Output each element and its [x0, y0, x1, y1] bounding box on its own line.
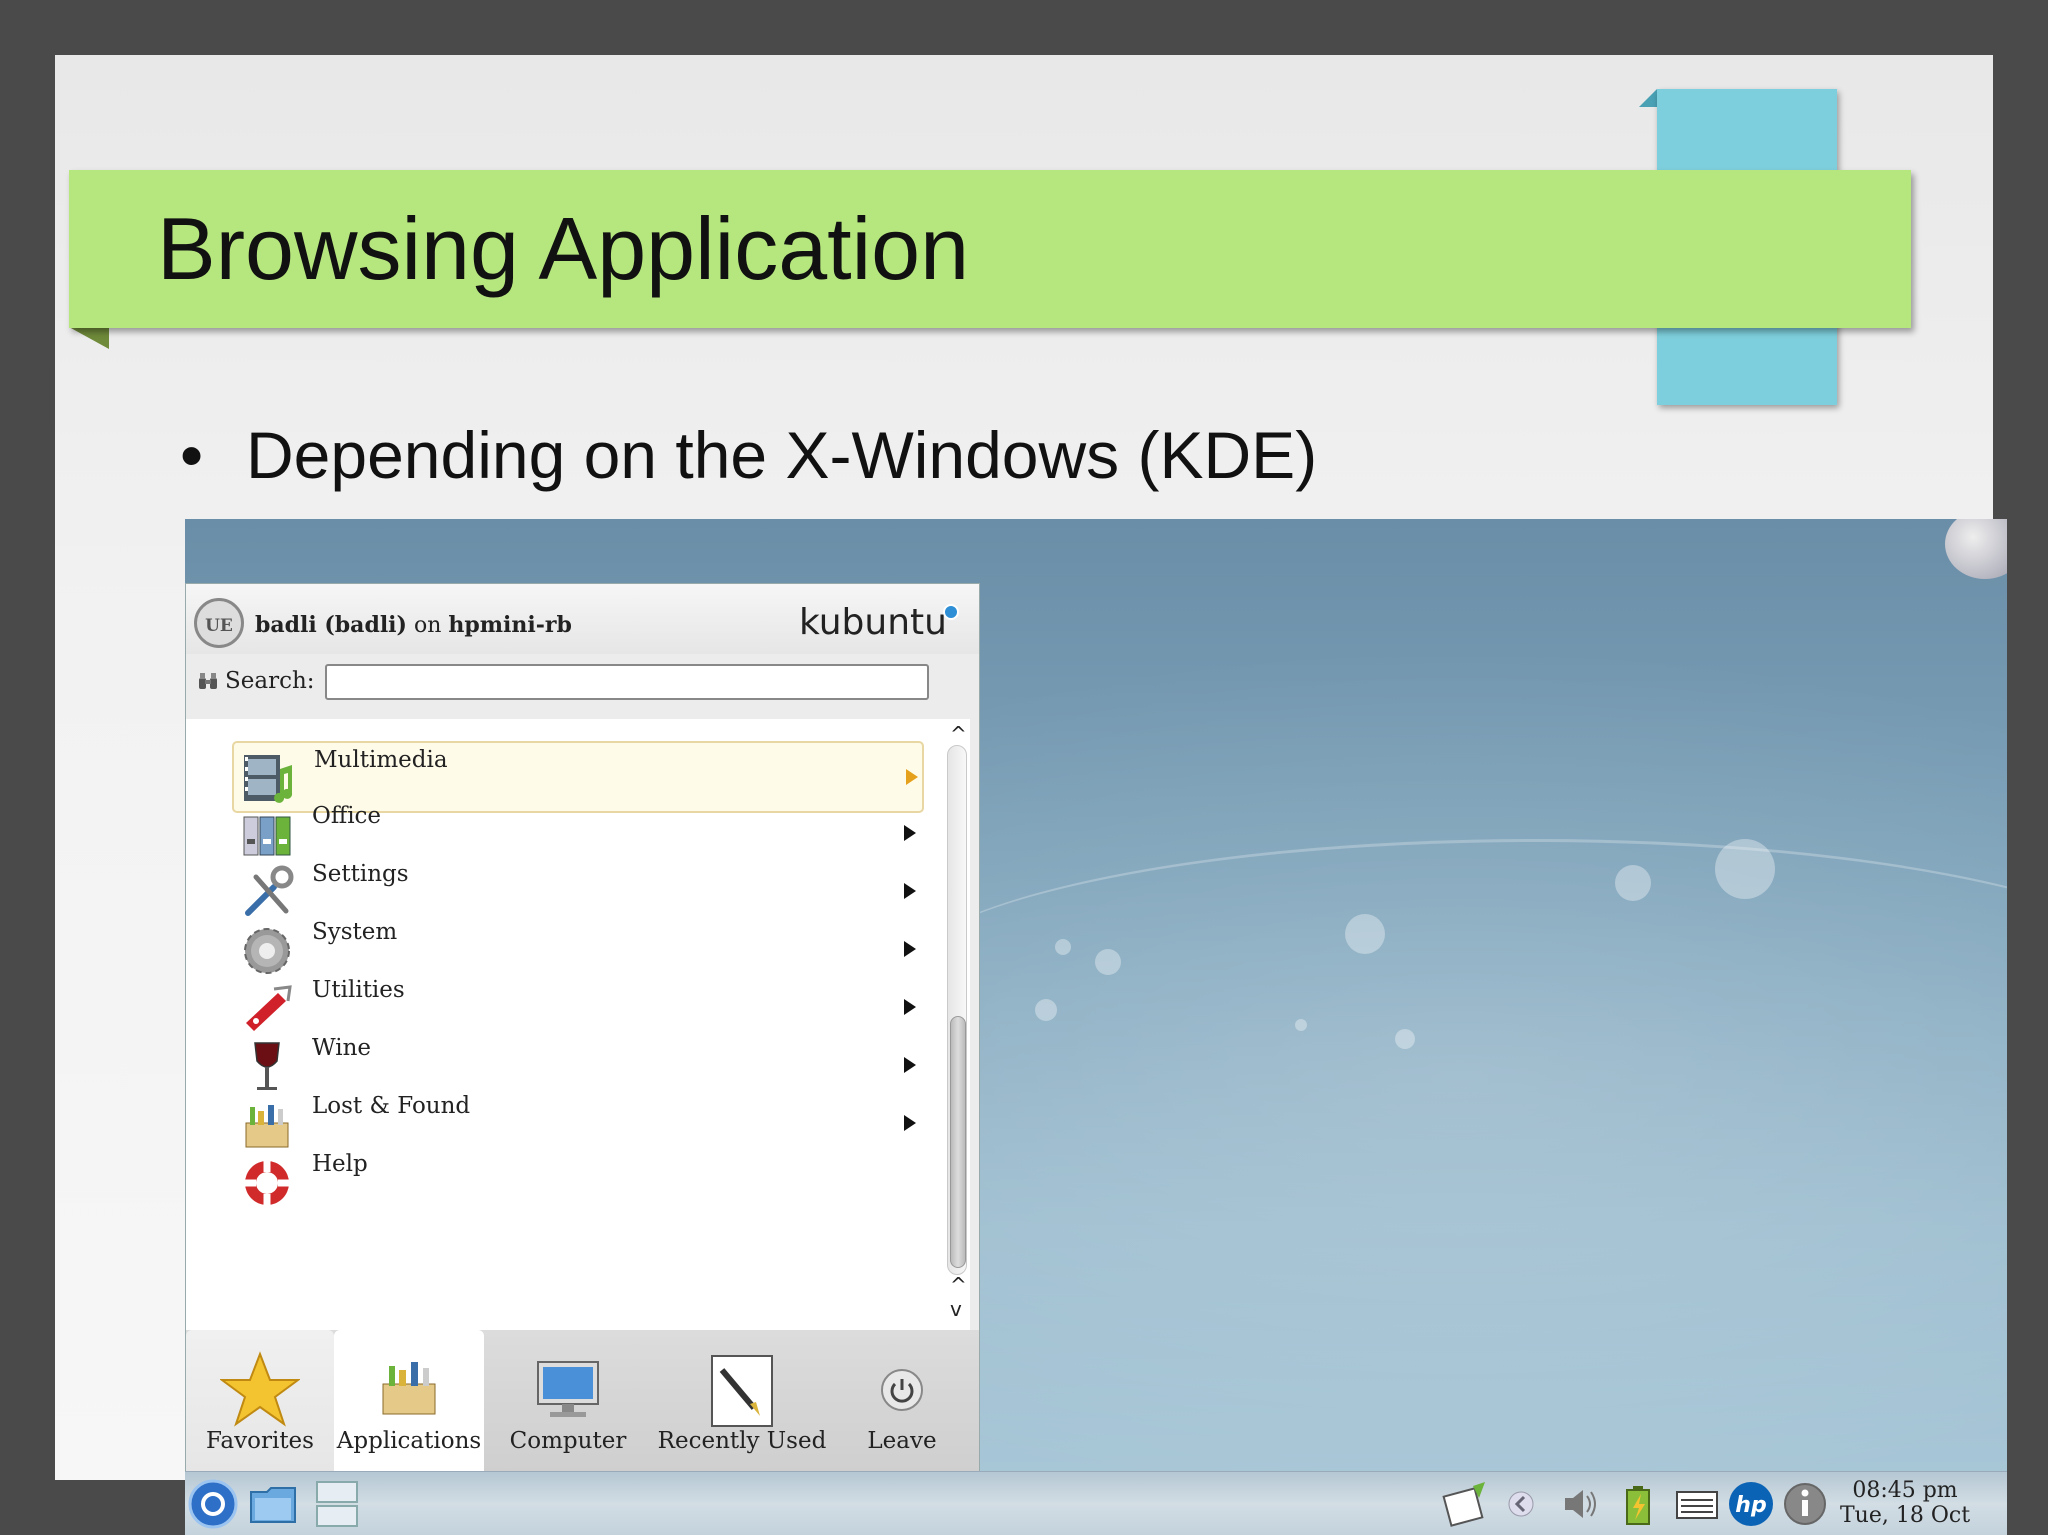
category-label: Settings [312, 861, 409, 887]
kde-panel: hp 08:45 pm Tue, 18 Oct [185, 1471, 2007, 1535]
tab-recently-used[interactable]: Recently Used [652, 1330, 832, 1472]
scroll-down-icon[interactable]: v [950, 1297, 962, 1321]
help-icon [245, 1161, 289, 1205]
category-label: Multimedia [314, 747, 448, 773]
arrow-left-icon[interactable] [1507, 1478, 1559, 1530]
wallpaper-wave [885, 839, 2007, 1142]
submenu-arrow-icon [904, 825, 916, 841]
submenu-arrow-icon [904, 999, 916, 1015]
wallpaper-bubble [1395, 1029, 1415, 1049]
wallpaper-bubble [1095, 949, 1121, 975]
battery-icon[interactable] [1613, 1478, 1665, 1530]
wallpaper-bubble [1715, 839, 1775, 899]
submenu-arrow-icon [904, 1115, 916, 1131]
settings-icon [245, 865, 294, 916]
category-label: Lost & Found [312, 1093, 471, 1119]
search-input[interactable] [325, 664, 929, 700]
wallpaper-bubble [1615, 865, 1651, 901]
kickoff-tab-bar: Favorites Applications Computer Recently… [186, 1330, 979, 1472]
desktop-cashew-icon[interactable] [1945, 519, 2007, 579]
category-label: Office [312, 803, 382, 829]
tab-label: Applications [336, 1428, 482, 1454]
tab-label: Computer [509, 1428, 627, 1454]
wallpaper-bubble [1295, 1019, 1307, 1031]
submenu-arrow-icon [904, 1057, 916, 1073]
bullet-text: Depending on the X-Windows (KDE) [246, 418, 1318, 492]
user-avatar: UE [194, 598, 244, 648]
file-manager-icon[interactable] [247, 1478, 299, 1530]
tab-leave[interactable]: Leave [832, 1330, 972, 1472]
category-label: Wine [312, 1035, 372, 1061]
wallpaper-bubble [1035, 999, 1057, 1021]
bullet-item: • Depending on the X-Windows (KDE) [180, 417, 1317, 493]
scroll-up-small-icon[interactable]: ^ [950, 1273, 967, 1297]
scroll-up-icon[interactable]: ^ [950, 722, 967, 746]
wallpaper-bubble [1055, 939, 1071, 955]
slide: Browsing Application • Depending on the X… [55, 55, 2007, 1535]
tab-computer[interactable]: Computer [484, 1330, 652, 1472]
category-label: Help [312, 1151, 368, 1177]
submenu-arrow-icon [906, 769, 918, 785]
info-icon[interactable] [1779, 1478, 1831, 1530]
svg-text:hp: hp [1735, 1493, 1766, 1518]
scroll-thumb[interactable] [950, 1016, 966, 1268]
submenu-arrow-icon [904, 941, 916, 957]
tab-label: Leave [867, 1428, 937, 1454]
clock-time[interactable]: 08:45 pm [1845, 1478, 1965, 1503]
tab-label: Favorites [206, 1428, 314, 1454]
category-scrollbar[interactable]: ^ ^ v [944, 719, 970, 1330]
tab-label: Recently Used [657, 1428, 827, 1454]
kde-desktop-screenshot: UE badli (badli) on hpmini-rb kubuntu Se… [185, 519, 2007, 1535]
category-list: Multimedia Office Settings System Utilit… [186, 719, 970, 1330]
category-help[interactable]: Help [232, 1147, 924, 1219]
kubuntu-logo: kubuntu [799, 602, 947, 643]
binoculars-icon [199, 673, 217, 689]
star-icon [220, 1351, 300, 1427]
title-bar: Browsing Application [69, 170, 1911, 328]
hp-icon[interactable]: hp [1725, 1478, 1777, 1530]
search-row: Search: [194, 664, 974, 704]
category-label: System [312, 919, 398, 945]
volume-icon[interactable] [1555, 1478, 1607, 1530]
host-name: hpmini-rb [448, 612, 572, 638]
klipper-icon[interactable] [1439, 1478, 1491, 1530]
lost-found-icon [245, 1105, 289, 1148]
kickoff-header: UE badli (badli) on hpmini-rb kubuntu [186, 584, 979, 654]
recently-used-icon [711, 1355, 773, 1427]
user-on: on [413, 613, 442, 638]
title-fold [69, 327, 109, 349]
wine-icon [254, 1042, 280, 1090]
system-icon [244, 928, 290, 974]
kickoff-menu: UE badli (badli) on hpmini-rb kubuntu Se… [185, 583, 980, 1473]
computer-icon [537, 1361, 599, 1417]
pager-icon[interactable] [313, 1478, 365, 1530]
accent-fold [1639, 89, 1657, 107]
slide-title: Browsing Application [157, 199, 970, 298]
bullet-icon: • [180, 418, 204, 492]
clock-date[interactable]: Tue, 18 Oct [1840, 1503, 1970, 1528]
tab-applications[interactable]: Applications [334, 1330, 484, 1472]
applications-icon [382, 1362, 436, 1415]
kickoff-launcher-icon[interactable] [187, 1478, 239, 1530]
keyboard-icon[interactable] [1671, 1478, 1723, 1530]
kubuntu-logo-icon [943, 604, 959, 620]
search-label: Search: [225, 668, 315, 694]
power-icon [881, 1369, 923, 1411]
wallpaper-bubble [1345, 914, 1385, 954]
scroll-track[interactable] [947, 745, 967, 1275]
user-info: badli (badli) on hpmini-rb [255, 612, 572, 638]
tab-favorites[interactable]: Favorites [186, 1330, 334, 1472]
office-icon [243, 816, 291, 856]
utilities-icon [246, 985, 292, 1031]
category-label: Utilities [312, 977, 405, 1003]
user-name: badli (badli) [255, 612, 407, 638]
submenu-arrow-icon [904, 883, 916, 899]
